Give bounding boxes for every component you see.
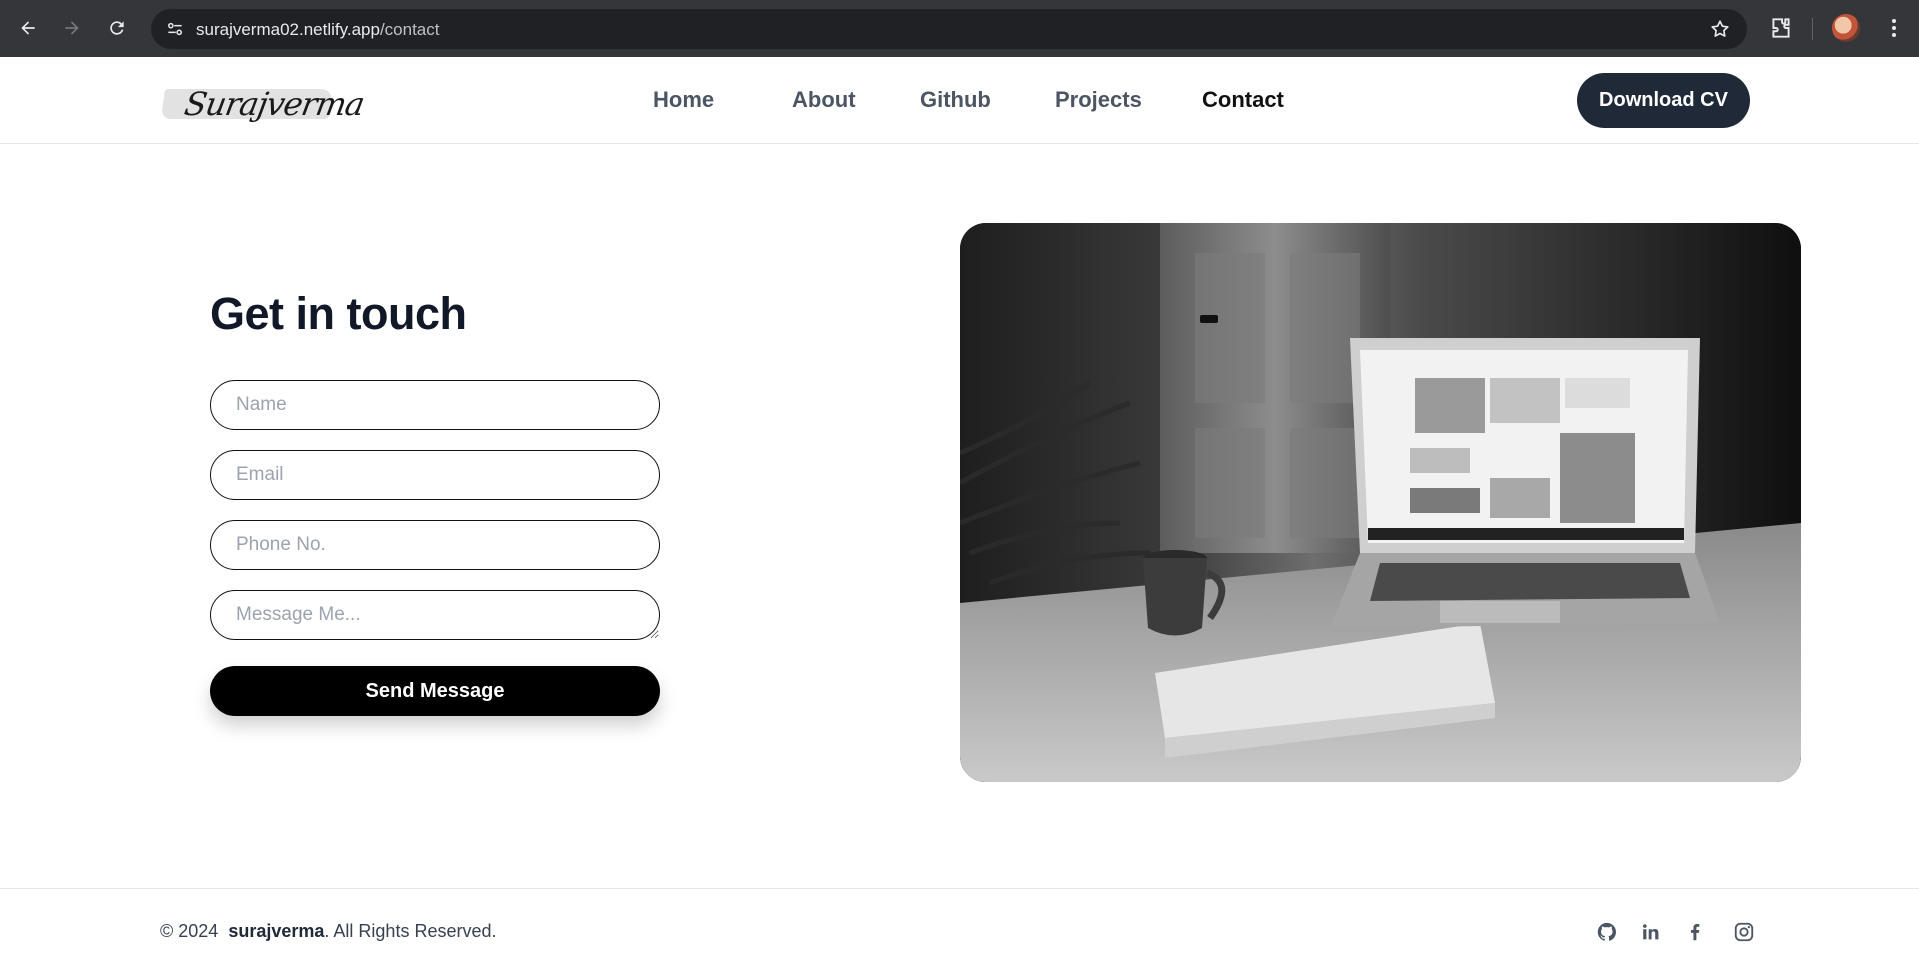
nav-about[interactable]: About xyxy=(792,87,856,113)
name-field[interactable] xyxy=(210,380,660,430)
message-field[interactable] xyxy=(210,590,660,640)
linkedin-icon[interactable] xyxy=(1638,919,1664,945)
browser-toolbar: surajverma02.netlify.app/contact xyxy=(0,0,1919,57)
copyright-text: © 2024 surajverma. All Rights Reserved. xyxy=(160,921,496,942)
instagram-icon[interactable] xyxy=(1731,919,1757,945)
nav-contact[interactable]: Contact xyxy=(1202,87,1284,113)
address-bar[interactable]: surajverma02.netlify.app/contact xyxy=(151,9,1747,49)
download-cv-button[interactable]: Download CV xyxy=(1577,73,1750,128)
nav-home[interactable]: Home xyxy=(653,87,714,113)
url-path: /contact xyxy=(379,20,440,39)
nav-github[interactable]: Github xyxy=(920,87,991,113)
phone-field[interactable] xyxy=(210,520,660,570)
page-title: Get in touch xyxy=(210,288,467,339)
logo-text: Surajverma xyxy=(181,85,367,123)
copyright-brand: surajverma xyxy=(228,921,325,941)
site-logo[interactable]: Surajverma xyxy=(160,81,367,125)
nav-projects[interactable]: Projects xyxy=(1055,87,1142,113)
site-header: Surajverma Home About Github Projects Co… xyxy=(0,57,1919,144)
forward-icon[interactable] xyxy=(58,14,86,42)
copyright-suffix: . All Rights Reserved. xyxy=(324,921,497,941)
url-host: surajverma02.netlify.app xyxy=(196,20,380,39)
laptop-desk-image xyxy=(960,223,1801,782)
github-icon[interactable] xyxy=(1594,919,1620,945)
facebook-icon[interactable] xyxy=(1682,919,1708,945)
site-info-icon[interactable] xyxy=(163,17,187,41)
email-field[interactable] xyxy=(210,450,660,500)
bookmark-star-icon[interactable] xyxy=(1709,18,1731,40)
toolbar-divider xyxy=(1812,18,1813,40)
copyright-prefix: © 2024 xyxy=(160,921,219,941)
back-icon[interactable] xyxy=(14,14,42,42)
site-footer: © 2024 surajverma. All Rights Reserved. xyxy=(0,888,1919,968)
send-message-button[interactable]: Send Message xyxy=(210,666,660,716)
extensions-icon[interactable] xyxy=(1768,15,1794,41)
url-text: surajverma02.netlify.app/contact xyxy=(196,20,440,40)
browser-menu-icon[interactable] xyxy=(1880,14,1908,42)
profile-avatar[interactable] xyxy=(1832,14,1860,42)
reload-icon[interactable] xyxy=(103,14,131,42)
